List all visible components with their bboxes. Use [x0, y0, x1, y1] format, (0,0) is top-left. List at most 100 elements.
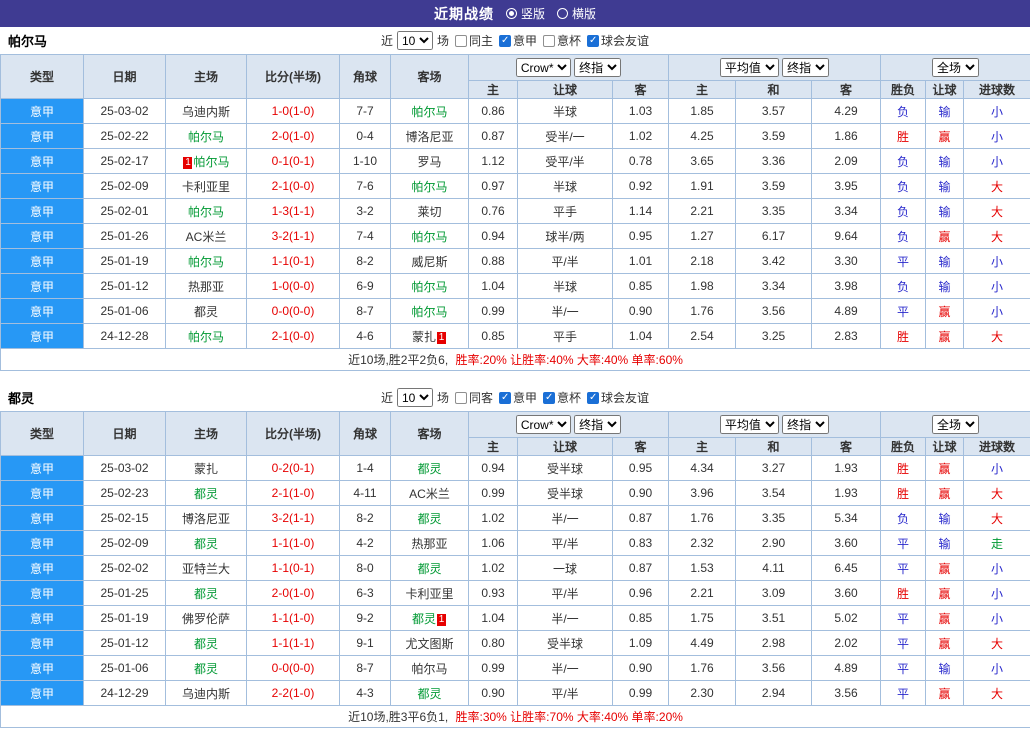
- home-team-cell[interactable]: 亚特兰大: [166, 556, 247, 581]
- home-team-cell[interactable]: 都灵: [166, 631, 247, 656]
- filter-option[interactable]: 球会友谊: [587, 32, 649, 49]
- filter-option[interactable]: 意杯: [543, 389, 581, 406]
- home-team-cell[interactable]: 帕尔马: [166, 199, 247, 224]
- checkbox-unchecked-icon[interactable]: [455, 392, 467, 404]
- avg-final-select[interactable]: 终指: [782, 58, 829, 77]
- home-team-cell[interactable]: 都灵: [166, 531, 247, 556]
- checkbox-checked-icon[interactable]: [587, 392, 599, 404]
- match-count-select[interactable]: 10: [397, 388, 433, 407]
- avg-draw-cell: 3.35: [736, 199, 812, 224]
- avg-away-cell: 5.34: [812, 506, 881, 531]
- away-team-cell[interactable]: 帕尔马: [391, 656, 469, 681]
- filter-option-label: 球会友谊: [601, 32, 649, 49]
- away-team-cell[interactable]: 帕尔马: [391, 274, 469, 299]
- score-cell: 0-0(0-0): [247, 299, 340, 324]
- fulltime-select[interactable]: 全场: [932, 415, 979, 434]
- handicap-cell: 平/半: [518, 249, 613, 274]
- away-team-cell[interactable]: 都灵: [391, 456, 469, 481]
- avg-odds-header: 平均值 终指: [669, 55, 881, 81]
- away-team-cell[interactable]: 帕尔马: [391, 224, 469, 249]
- odds-home-cell: 0.99: [469, 656, 518, 681]
- corner-cell: 1-10: [340, 149, 391, 174]
- away-team-cell[interactable]: 帕尔马: [391, 174, 469, 199]
- home-team-cell[interactable]: 蒙扎: [166, 456, 247, 481]
- radio-horizontal-layout[interactable]: 横版: [557, 5, 596, 22]
- odds-final-select[interactable]: 终指: [574, 415, 621, 434]
- home-team-cell[interactable]: 博洛尼亚: [166, 506, 247, 531]
- summary-row: 近10场,胜2平2负6, 胜率:20% 让胜率:40% 大率:40% 单率:60…: [1, 349, 1030, 371]
- away-team-cell[interactable]: 威尼斯: [391, 249, 469, 274]
- checkbox-unchecked-icon[interactable]: [543, 35, 555, 47]
- corner-cell: 7-6: [340, 174, 391, 199]
- checkbox-checked-icon[interactable]: [587, 35, 599, 47]
- handicap-cell: 受半/一: [518, 124, 613, 149]
- away-team-cell[interactable]: 都灵: [391, 681, 469, 706]
- odds-company-select[interactable]: Crow*: [516, 58, 571, 77]
- home-team-cell[interactable]: 都灵: [166, 299, 247, 324]
- radio-vertical-layout[interactable]: 竖版: [506, 5, 545, 22]
- score-cell: 1-0(1-0): [247, 99, 340, 124]
- away-team-cell[interactable]: 都灵: [391, 506, 469, 531]
- filter-option[interactable]: 意甲: [499, 389, 537, 406]
- home-team-cell[interactable]: 卡利亚里: [166, 174, 247, 199]
- avg-home-cell: 2.21: [669, 199, 736, 224]
- away-team-cell[interactable]: AC米兰: [391, 481, 469, 506]
- filter-option[interactable]: 球会友谊: [587, 389, 649, 406]
- handicap-result-cell: 输: [926, 531, 964, 556]
- league-cell: 意甲: [1, 299, 84, 324]
- match-row: 意甲25-02-171帕尔马0-1(0-1)1-10罗马1.12受平/半0.78…: [1, 149, 1030, 174]
- away-team-name: 卡利亚里: [405, 587, 453, 601]
- away-team-cell[interactable]: 尤文图斯: [391, 631, 469, 656]
- filter-option[interactable]: 意杯: [543, 32, 581, 49]
- avg-draw-cell: 3.59: [736, 174, 812, 199]
- home-team-cell[interactable]: 乌迪内斯: [166, 99, 247, 124]
- score-cell: 2-2(1-0): [247, 681, 340, 706]
- away-team-cell[interactable]: 卡利亚里: [391, 581, 469, 606]
- filter-option-label: 意甲: [513, 389, 537, 406]
- handicap-result-cell: 赢: [926, 456, 964, 481]
- games-label: 场: [437, 389, 449, 406]
- home-team-cell[interactable]: 帕尔马: [166, 324, 247, 349]
- away-team-cell[interactable]: 帕尔马: [391, 99, 469, 124]
- home-team-cell[interactable]: 都灵: [166, 656, 247, 681]
- odds-final-select[interactable]: 终指: [574, 58, 621, 77]
- home-team-cell[interactable]: 乌迪内斯: [166, 681, 247, 706]
- avg-away-cell: 1.86: [812, 124, 881, 149]
- away-team-cell[interactable]: 罗马: [391, 149, 469, 174]
- home-team-cell[interactable]: 1帕尔马: [166, 149, 247, 174]
- sub-col-home-odds: 主: [469, 438, 518, 456]
- avg-final-select[interactable]: 终指: [782, 415, 829, 434]
- avg-draw-cell: 3.34: [736, 274, 812, 299]
- checkbox-checked-icon[interactable]: [499, 392, 511, 404]
- filter-option[interactable]: 同客: [455, 389, 493, 406]
- home-team-cell[interactable]: 帕尔马: [166, 249, 247, 274]
- away-team-cell[interactable]: 蒙扎1: [391, 324, 469, 349]
- radio-selected-icon[interactable]: [506, 8, 517, 19]
- checkbox-checked-icon[interactable]: [499, 35, 511, 47]
- avg-select[interactable]: 平均值: [720, 58, 779, 77]
- home-team-cell[interactable]: 佛罗伦萨: [166, 606, 247, 631]
- filter-option[interactable]: 意甲: [499, 32, 537, 49]
- away-team-cell[interactable]: 博洛尼亚: [391, 124, 469, 149]
- home-team-cell[interactable]: 热那亚: [166, 274, 247, 299]
- filter-option[interactable]: 同主: [455, 32, 493, 49]
- away-team-cell[interactable]: 都灵: [391, 556, 469, 581]
- avg-select[interactable]: 平均值: [720, 415, 779, 434]
- home-team-cell[interactable]: 帕尔马: [166, 124, 247, 149]
- home-team-cell[interactable]: AC米兰: [166, 224, 247, 249]
- home-team-cell[interactable]: 都灵: [166, 481, 247, 506]
- away-team-cell[interactable]: 都灵1: [391, 606, 469, 631]
- odds-company-select[interactable]: Crow*: [516, 415, 571, 434]
- league-cell: 意甲: [1, 224, 84, 249]
- checkbox-unchecked-icon[interactable]: [455, 35, 467, 47]
- handicap-cell: 受半球: [518, 456, 613, 481]
- home-team-cell[interactable]: 都灵: [166, 581, 247, 606]
- match-count-select[interactable]: 10: [397, 31, 433, 50]
- away-team-cell[interactable]: 莱切: [391, 199, 469, 224]
- radio-unselected-icon[interactable]: [557, 8, 568, 19]
- away-team-cell[interactable]: 热那亚: [391, 531, 469, 556]
- fulltime-select[interactable]: 全场: [932, 58, 979, 77]
- checkbox-checked-icon[interactable]: [543, 392, 555, 404]
- away-team-cell[interactable]: 帕尔马: [391, 299, 469, 324]
- match-row: 意甲25-02-01帕尔马1-3(1-1)3-2莱切0.76平手1.142.21…: [1, 199, 1030, 224]
